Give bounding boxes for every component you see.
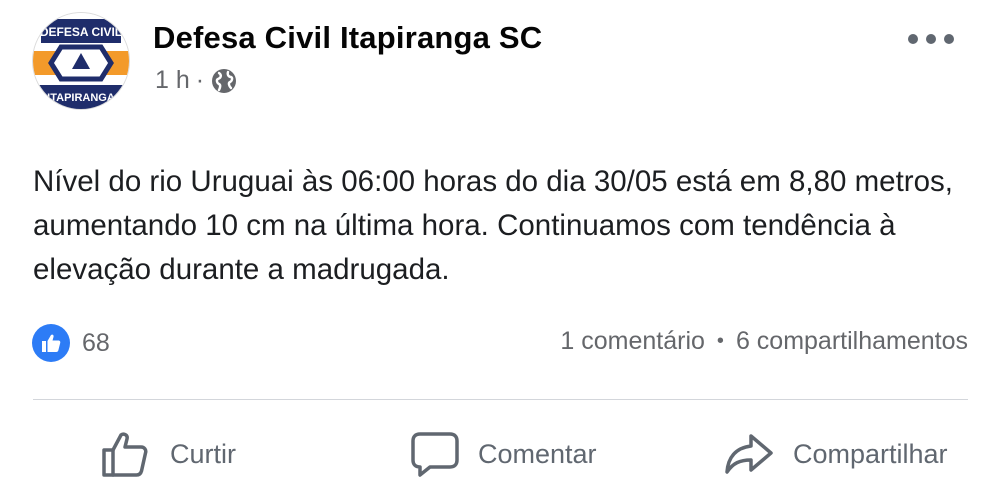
shares-count-link[interactable]: 6 compartilhamentos — [736, 327, 968, 356]
post-timestamp[interactable]: 1 h — [155, 66, 190, 95]
globe-icon — [210, 67, 238, 95]
post-meta: 1 h · — [155, 66, 238, 95]
page-avatar[interactable]: DEFESA CIVIL ITAPIRANGA — [32, 12, 130, 110]
reactions-summary[interactable]: 68 — [32, 324, 110, 362]
dot-2 — [926, 34, 936, 44]
dot-1 — [908, 34, 918, 44]
like-label: Curtir — [170, 438, 236, 469]
comment-button[interactable]: Comentar — [410, 428, 597, 480]
stats-separator: • — [716, 330, 724, 352]
more-options-icon[interactable] — [908, 24, 954, 54]
like-icon — [32, 324, 70, 362]
page-name-link[interactable]: Defesa Civil Itapiranga SC — [153, 20, 542, 56]
thumbs-up-icon — [102, 432, 148, 477]
dot-3 — [944, 34, 954, 44]
meta-separator: · — [195, 66, 205, 94]
comments-count-link[interactable]: 1 comentário — [560, 327, 705, 356]
comment-label: Comentar — [478, 438, 597, 469]
speech-bubble-icon — [411, 432, 459, 477]
like-button[interactable]: Curtir — [100, 428, 236, 480]
reaction-count: 68 — [82, 328, 110, 357]
svg-text:ITAPIRANGA: ITAPIRANGA — [47, 92, 115, 104]
svg-text:DEFESA CIVIL: DEFESA CIVIL — [40, 25, 122, 39]
share-button[interactable]: Compartilhar — [723, 428, 948, 480]
defesa-civil-logo: DEFESA CIVIL ITAPIRANGA — [33, 13, 129, 109]
share-label: Compartilhar — [793, 438, 948, 469]
engagement-stats: 1 comentário • 6 compartilhamentos — [560, 327, 968, 356]
share-arrow-icon — [725, 434, 773, 474]
post-body-text: Nível do rio Uruguai às 06:00 horas do d… — [33, 165, 953, 286]
actions-divider — [33, 399, 968, 400]
